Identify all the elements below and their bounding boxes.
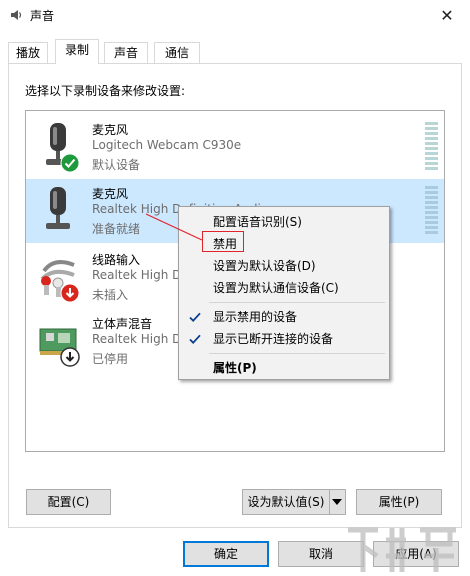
annotation-highlight-box xyxy=(202,231,244,252)
watermark-logo xyxy=(348,527,456,572)
disabled-icon xyxy=(60,347,80,367)
device-description: Logitech Webcam C930e xyxy=(92,138,242,152)
set-default-split-button[interactable]: 设为默认值(S) xyxy=(242,489,346,515)
window-title: 声音 xyxy=(30,9,55,23)
close-button[interactable]: ✕ xyxy=(424,0,470,30)
properties-button[interactable]: 属性(P) xyxy=(356,489,442,515)
tab-playback[interactable]: 播放 xyxy=(8,42,48,64)
title-bar: 声音 ✕ xyxy=(0,0,470,30)
menu-item-label: 属性(P) xyxy=(213,361,257,375)
menu-item-set-default[interactable]: 设置为默认设备(D) xyxy=(179,255,389,277)
menu-separator xyxy=(209,353,385,354)
tab-label: 录制 xyxy=(64,43,89,57)
tab-sounds[interactable]: 声音 xyxy=(104,42,148,64)
menu-item-set-default-comm[interactable]: 设置为默认通信设备(C) xyxy=(179,277,389,299)
menu-item-label: 显示已断开连接的设备 xyxy=(213,332,334,346)
level-meter xyxy=(425,122,438,172)
menu-item-configure-speech[interactable]: 配置语音识别(S) xyxy=(179,211,389,233)
tab-label: 声音 xyxy=(113,46,138,60)
device-item-webcam-mic[interactable]: 麦克风 Logitech Webcam C930e 默认设备 xyxy=(26,115,444,179)
device-name: 麦克风 xyxy=(92,187,129,201)
device-status: 已停用 xyxy=(92,352,129,366)
device-name: 麦克风 xyxy=(92,123,129,137)
close-icon: ✕ xyxy=(440,5,454,25)
device-status: 默认设备 xyxy=(92,158,141,172)
instruction-text: 选择以下录制设备来修改设置: xyxy=(25,84,186,98)
device-status: 未插入 xyxy=(92,288,129,302)
default-check-icon xyxy=(60,153,80,173)
tab-communications[interactable]: 通信 xyxy=(154,42,200,64)
set-default-button[interactable]: 设为默认值(S) xyxy=(243,490,329,514)
speaker-icon xyxy=(11,10,22,20)
dropdown-arrow-icon[interactable] xyxy=(332,499,342,505)
tab-label: 通信 xyxy=(164,46,189,60)
ok-button[interactable]: 确定 xyxy=(183,541,269,567)
menu-item-label: 设置为默认设备(D) xyxy=(213,259,316,273)
microphone-icon xyxy=(46,187,70,229)
menu-item-label: 配置语音识别(S) xyxy=(213,215,302,229)
menu-item-label: 设置为默认通信设备(C) xyxy=(213,281,339,295)
tab-label: 播放 xyxy=(15,46,40,60)
menu-item-label: 显示禁用的设备 xyxy=(213,310,298,324)
configure-button[interactable]: 配置(C) xyxy=(26,489,111,515)
device-name: 立体声混音 xyxy=(92,317,153,331)
unplugged-icon xyxy=(60,283,80,303)
checkmark-icon xyxy=(189,334,201,345)
menu-item-show-disconnected[interactable]: 显示已断开连接的设备 xyxy=(179,328,389,350)
checkmark-icon xyxy=(189,312,201,323)
device-name: 线路输入 xyxy=(92,253,141,267)
menu-item-show-disabled[interactable]: 显示禁用的设备 xyxy=(179,306,389,328)
split-divider xyxy=(329,490,330,514)
device-status: 准备就绪 xyxy=(92,222,141,236)
tab-recording[interactable]: 录制 xyxy=(55,39,99,64)
menu-item-properties[interactable]: 属性(P) xyxy=(179,357,389,379)
level-meter xyxy=(425,186,438,236)
menu-separator xyxy=(209,302,385,303)
